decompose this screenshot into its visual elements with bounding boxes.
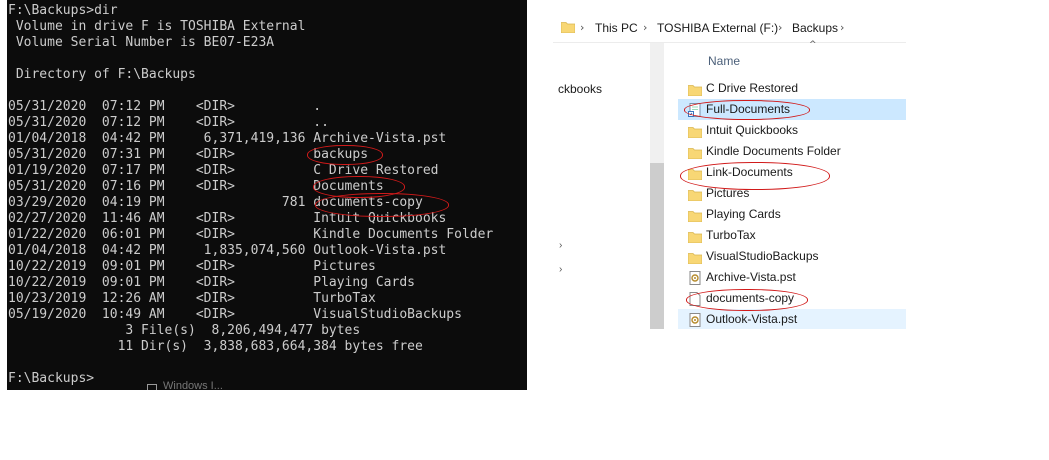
file-list[interactable]: ^ Name C Drive Restored Full-Documents Int… [664, 40, 906, 329]
console-line: Directory of F:\Backups [8, 67, 196, 82]
folder-icon [687, 81, 703, 100]
file-list-item[interactable]: VisualStudioBackups [678, 246, 906, 267]
file-list-item-name: Outlook-Vista.pst [706, 312, 798, 326]
command-prompt-window[interactable]: F:\Backups>dir Volume in drive F is TOSH… [7, 0, 527, 390]
folder-icon [561, 22, 575, 33]
console-line: 01/19/2020 07:17 PM <DIR> C Drive Restor… [8, 163, 439, 178]
file-list-item[interactable]: Playing Cards [678, 204, 906, 225]
folder-icon [687, 165, 703, 184]
nav-expand-icon[interactable]: › [559, 240, 562, 251]
chevron-right-icon[interactable]: › [580, 21, 584, 35]
console-line: 01/04/2018 04:42 PM 6,371,419,136 Archiv… [8, 131, 447, 146]
console-line: 05/31/2020 07:12 PM <DIR> . [8, 99, 322, 114]
file-list-item-name: Pictures [706, 186, 750, 200]
console-line: F:\Backups> [8, 371, 95, 386]
pst-file-icon [688, 312, 702, 329]
console-line: 10/23/2019 12:26 AM <DIR> TurboTax [8, 291, 376, 306]
file-list-item[interactable]: documents-copy [678, 288, 906, 309]
nav-expand-icon[interactable]: › [559, 264, 562, 275]
console-line: 02/27/2020 11:46 AM <DIR> Intuit Quickbo… [8, 211, 447, 226]
file-list-item-name: Full-Documents [706, 102, 791, 116]
chevron-right-icon[interactable]: › [643, 21, 647, 35]
chevron-right-icon[interactable]: › [778, 21, 782, 35]
file-list-item[interactable]: Pictures [678, 183, 906, 204]
chevron-right-icon[interactable]: › [840, 21, 844, 35]
file-list-item-name: C Drive Restored [706, 81, 799, 95]
breadcrumb-this-pc[interactable]: This PC [595, 21, 638, 35]
folder-icon [687, 186, 703, 205]
console-line: 05/31/2020 07:31 PM <DIR> backups [8, 147, 369, 162]
shortcut-icon [688, 102, 702, 121]
console-line: 11 Dir(s) 3,838,683,664,384 bytes free [8, 339, 423, 354]
file-list-item-name: Archive-Vista.pst [706, 270, 796, 284]
file-list-item-name: Kindle Documents Folder [706, 144, 841, 158]
file-list-item[interactable]: Kindle Documents Folder [678, 141, 906, 162]
scrollbar-thumb[interactable] [650, 163, 664, 329]
console-line: 05/19/2020 10:49 AM <DIR> VisualStudioBa… [8, 307, 462, 322]
pst-file-icon [688, 270, 702, 289]
folder-icon [687, 249, 703, 268]
nav-scrollbar[interactable] [650, 43, 664, 329]
file-explorer-window[interactable]: › This PC › TOSHIBA External (F:) › Back… [553, 13, 906, 329]
sort-ascending-icon[interactable]: ^ [809, 40, 817, 50]
file-list-item[interactable]: Intuit Quickbooks [678, 120, 906, 141]
console-line: Volume in drive F is TOSHIBA External [8, 19, 306, 34]
folder-icon [687, 123, 703, 142]
console-line: 01/22/2020 06:01 PM <DIR> Kindle Documen… [8, 227, 494, 242]
file-list-item-name: documents-copy [706, 291, 795, 305]
navigation-pane[interactable]: ckbooks › › [553, 43, 650, 329]
file-list-item[interactable]: TurboTax [678, 225, 906, 246]
file-list-item[interactable]: Link-Documents [678, 162, 906, 183]
console-line: 01/04/2018 04:42 PM 1,835,074,560 Outloo… [8, 243, 447, 258]
folder-icon [687, 228, 703, 247]
console-line: 10/22/2019 09:01 PM <DIR> Pictures [8, 259, 376, 274]
column-header-name[interactable]: Name [708, 54, 740, 68]
breadcrumb-backups[interactable]: Backups [792, 21, 838, 35]
file-list-item[interactable]: Archive-Vista.pst [678, 267, 906, 288]
console-line: 10/22/2019 09:01 PM <DIR> Playing Cards [8, 275, 415, 290]
console-line: 03/29/2020 04:19 PM 781 documents-copy [8, 195, 423, 210]
console-line: 3 File(s) 8,206,494,477 bytes [8, 323, 361, 338]
folder-icon [687, 144, 703, 163]
console-line: F:\Backups>dir [8, 3, 118, 18]
file-list-item-name: Link-Documents [706, 165, 793, 179]
breadcrumb-drive[interactable]: TOSHIBA External (F:) [657, 21, 778, 35]
file-list-item-name: VisualStudioBackups [706, 249, 819, 263]
file-list-item[interactable]: C Drive Restored [678, 78, 906, 99]
background-window-fragment: Windows I... [147, 380, 267, 390]
console-line: 05/31/2020 07:16 PM <DIR> Documents [8, 179, 384, 194]
file-list-item-name: Playing Cards [706, 207, 781, 221]
file-list-item-name: TurboTax [706, 228, 756, 242]
folder-icon [687, 207, 703, 226]
blank-file-icon [688, 291, 702, 310]
file-list-item[interactable]: Outlook-Vista.pst [678, 309, 906, 329]
console-line: 05/31/2020 07:12 PM <DIR> .. [8, 115, 329, 130]
nav-item-quickbooks[interactable]: ckbooks [558, 82, 602, 96]
address-bar[interactable]: › This PC › TOSHIBA External (F:) › Back… [553, 13, 906, 43]
file-list-item[interactable]: Full-Documents [678, 99, 906, 120]
console-line: Volume Serial Number is BE07-E23A [8, 35, 275, 50]
file-list-item-name: Intuit Quickbooks [706, 123, 799, 137]
